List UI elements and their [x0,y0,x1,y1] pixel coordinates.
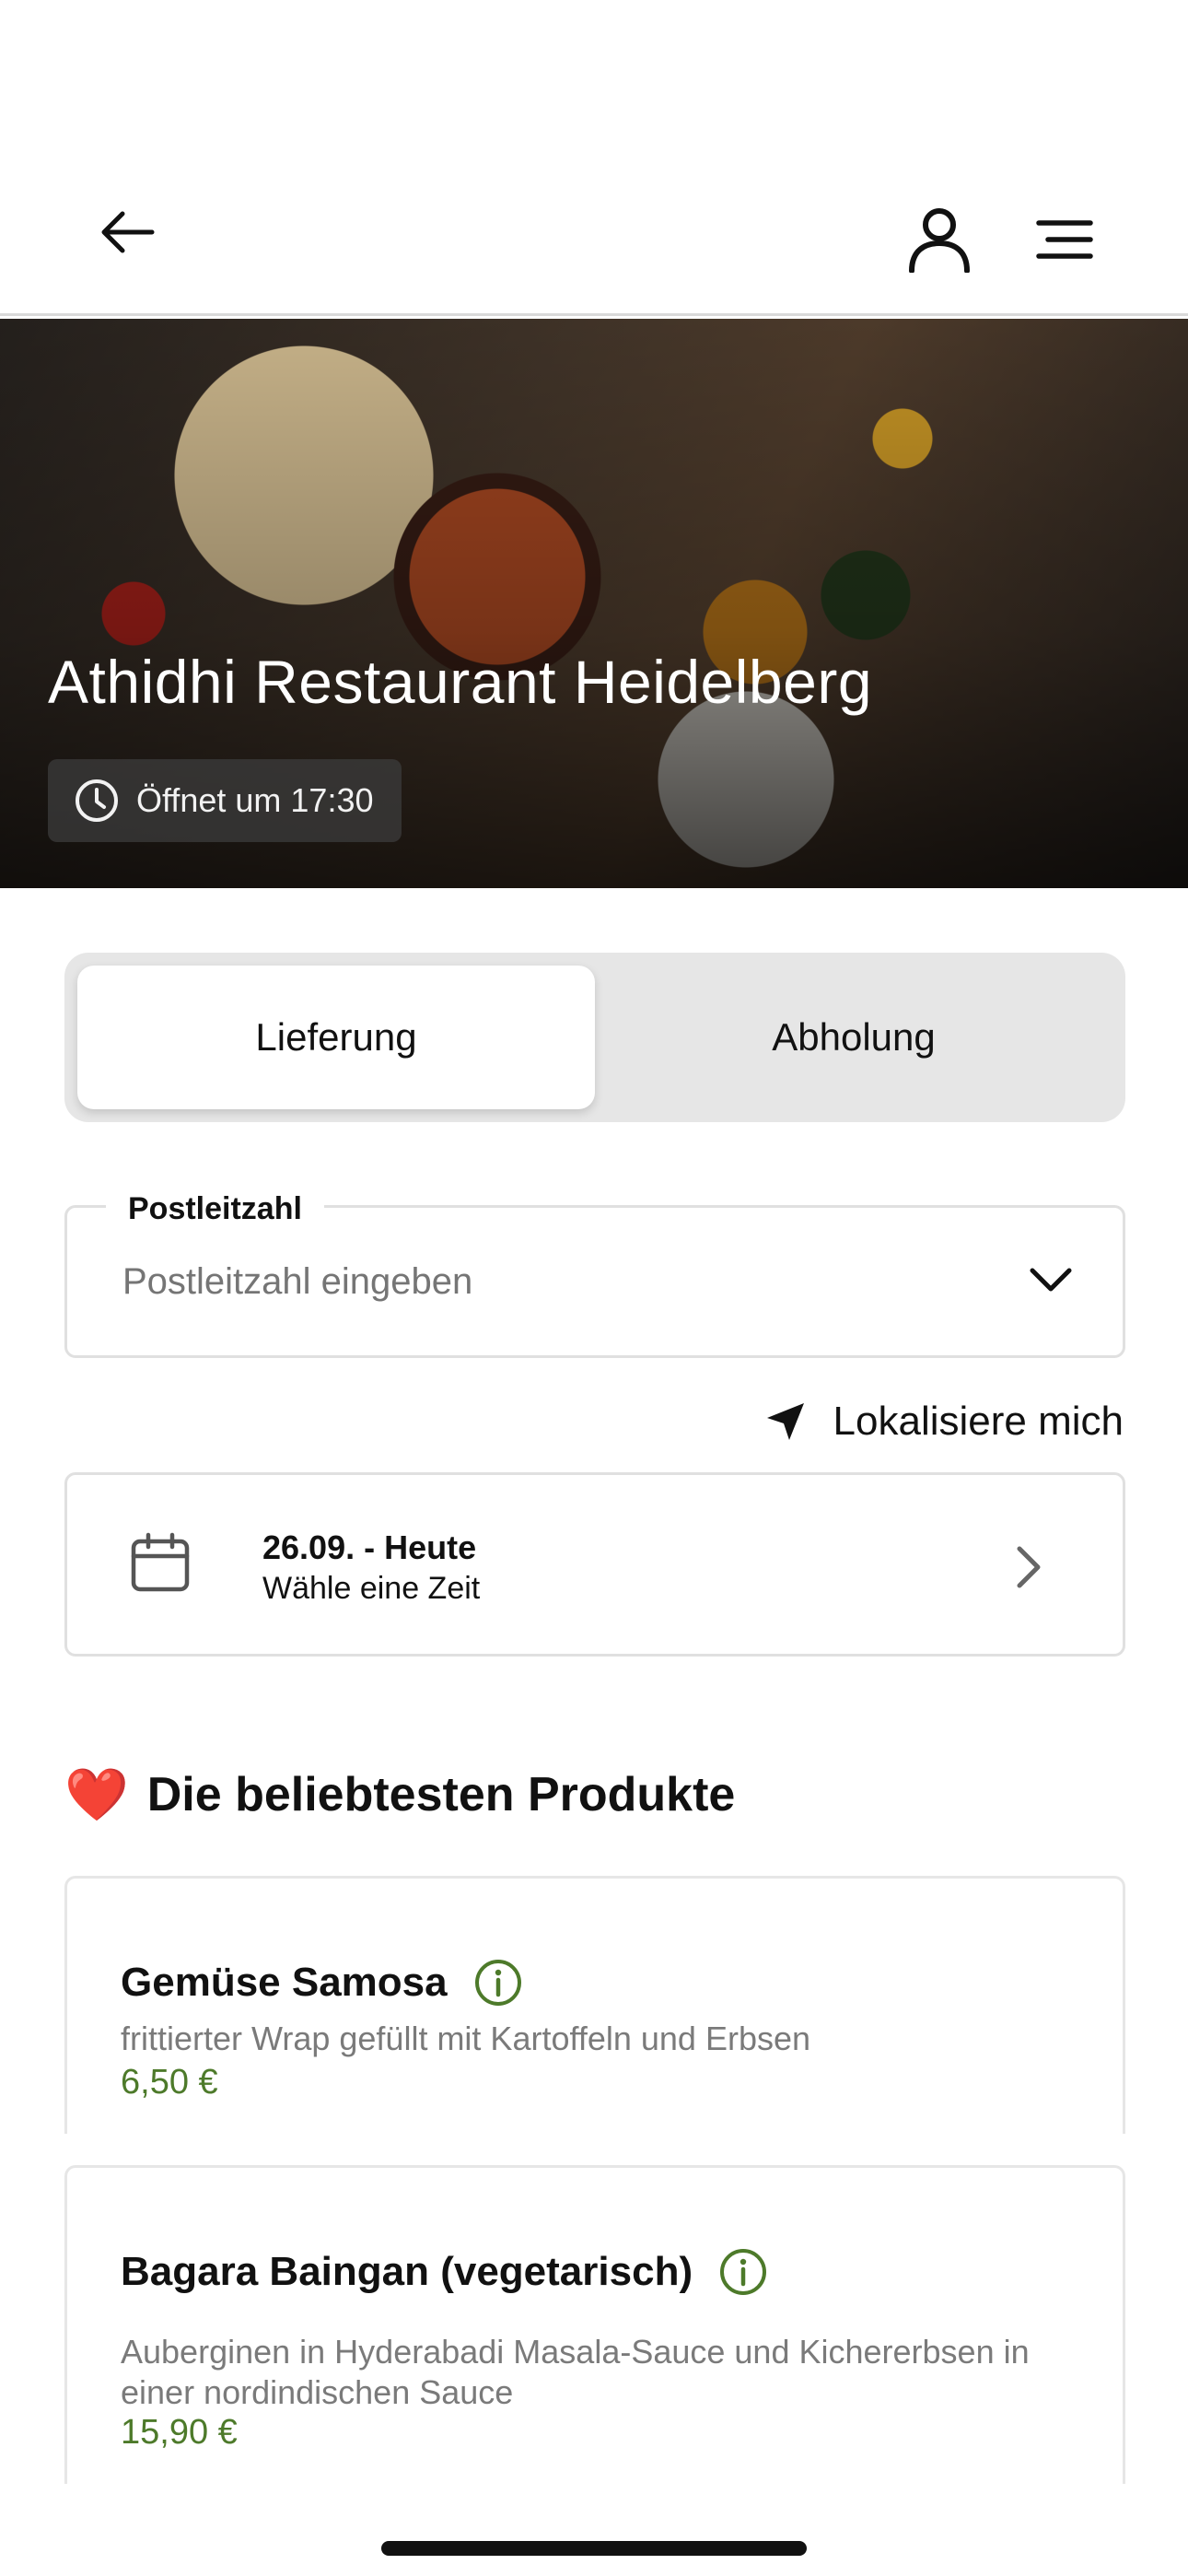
opening-status-text: Öffnet um 17:30 [136,781,374,819]
clock-icon [76,779,118,822]
delivery-time-picker[interactable]: 26.09. - Heute Wähle eine Zeit [64,1472,1125,1657]
arrow-left-icon [101,211,155,253]
locate-me-label: Lokalisiere mich [833,1399,1124,1444]
restaurant-name: Athidhi Restaurant Heidelberg [48,648,873,716]
user-icon [909,208,970,273]
location-arrow-icon [766,1403,804,1440]
choose-time-hint: Wähle eine Zeit [262,1571,481,1606]
product-name: Gemüse Samosa [121,1960,448,2005]
product-card[interactable]: Bagara Baingan (vegetarisch) Auberginen … [64,2165,1125,2484]
locate-me-button[interactable]: Lokalisiere mich [765,1399,1124,1445]
postal-code-label: Postleitzahl [106,1191,324,1227]
chevron-down-icon[interactable] [1027,1261,1075,1298]
heart-icon: ❤️ [64,1765,129,1823]
info-icon[interactable] [473,1958,523,2008]
postal-code-input[interactable] [122,1261,951,1303]
tab-delivery[interactable]: Lieferung [77,966,595,1109]
order-mode-toggle: Lieferung Abholung [64,953,1125,1122]
product-name-row: Gemüse Samosa [121,1958,523,2008]
info-icon[interactable] [718,2247,768,2297]
product-name: Bagara Baingan (vegetarisch) [121,2249,693,2294]
top-navigation-bar [0,0,1188,316]
chevron-right-icon [1017,1546,1041,1588]
popular-products-heading: ❤️ Die beliebtesten Produkte [64,1767,735,1822]
menu-button[interactable] [1022,203,1107,276]
selected-date: 26.09. - Heute [262,1528,477,1566]
opening-status-badge: Öffnet um 17:30 [48,759,402,842]
restaurant-hero-image: Athidhi Restaurant Heidelberg Öffnet um … [0,319,1188,888]
back-button[interactable] [88,193,166,271]
product-price: 15,90 € [121,2413,238,2452]
home-indicator[interactable] [381,2541,807,2556]
account-button[interactable] [897,197,982,282]
product-card[interactable]: Gemüse Samosa frittierter Wrap gefüllt m… [64,1876,1125,2134]
product-name-row: Bagara Baingan (vegetarisch) [121,2247,768,2297]
tab-pickup[interactable]: Abholung [595,966,1112,1109]
postal-code-field[interactable]: Postleitzahl [64,1191,1125,1358]
product-description: frittierter Wrap gefüllt mit Kartoffeln … [121,2020,811,2057]
product-description: Auberginen in Hyderabadi Masala-Sauce un… [121,2333,1030,2411]
calendar-icon [131,1532,190,1592]
menu-icon [1036,220,1093,259]
product-price: 6,50 € [121,2063,218,2102]
popular-products-title: Die beliebtesten Produkte [146,1768,736,1821]
